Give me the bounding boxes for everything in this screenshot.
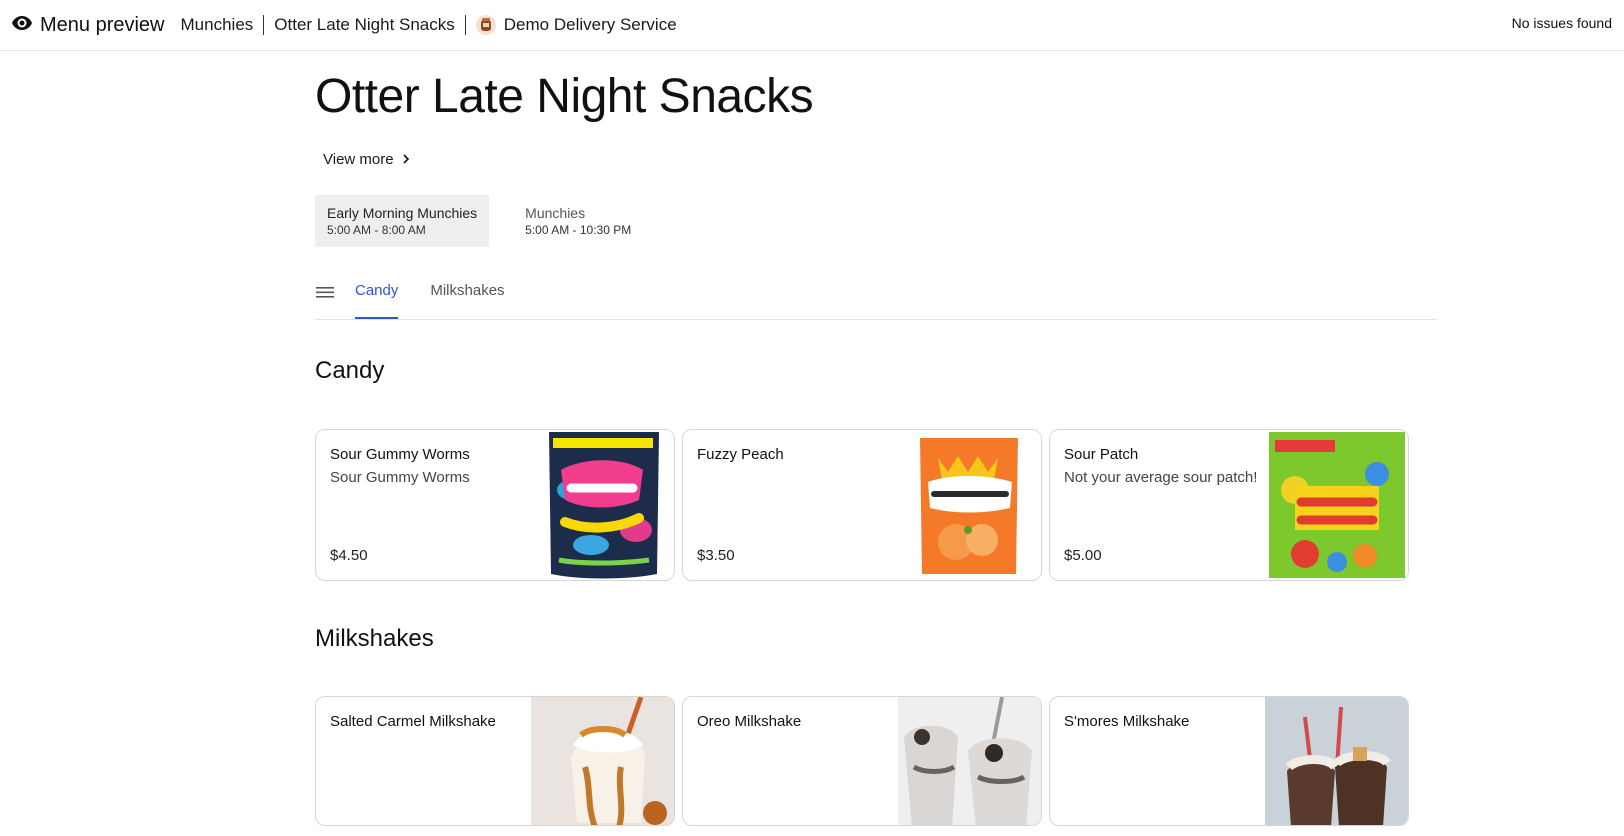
menu-selector: Early Morning Munchies 5:00 AM - 8:00 AM… xyxy=(315,195,667,247)
item-name: Sour Gummy Worms xyxy=(330,446,470,463)
menu-hours: 5:00 AM - 8:00 AM xyxy=(327,223,426,237)
trolli-bag-image xyxy=(531,430,674,580)
breadcrumb-menu[interactable]: Munchies xyxy=(181,15,254,35)
breadcrumb-divider xyxy=(464,15,466,35)
sour-patch-bag-image xyxy=(1265,430,1408,580)
issues-status: No issues found xyxy=(1511,15,1612,31)
smores-milkshake-image xyxy=(1265,697,1408,825)
breadcrumb-store[interactable]: Otter Late Night Snacks xyxy=(274,15,454,35)
item-card-smores-milkshake[interactable]: S'mores Milkshake xyxy=(1049,696,1409,826)
item-card-fuzzy-peach[interactable]: Fuzzy Peach $3.50 xyxy=(682,429,1042,581)
item-description: Not your average sour patch! xyxy=(1064,469,1258,486)
item-card-oreo-milkshake[interactable]: Oreo Milkshake xyxy=(682,696,1042,826)
tab-candy[interactable]: Candy xyxy=(355,274,399,319)
item-name: Oreo Milkshake xyxy=(697,713,802,730)
menu-munchies[interactable]: Munchies 5:00 AM - 10:30 PM xyxy=(513,195,643,247)
caramel-milkshake-image xyxy=(531,697,674,825)
item-name: Sour Patch xyxy=(1064,446,1139,463)
menu-name: Munchies xyxy=(525,205,586,221)
item-name: Fuzzy Peach xyxy=(697,446,784,463)
view-more-link[interactable]: View more xyxy=(323,151,410,168)
item-description: Sour Gummy Worms xyxy=(330,469,470,486)
menu-early-morning-munchies[interactable]: Early Morning Munchies 5:00 AM - 8:00 AM xyxy=(315,195,490,247)
menu-name: Early Morning Munchies xyxy=(327,205,478,221)
view-more-label: View more xyxy=(323,151,394,168)
item-card-sour-patch[interactable]: Sour Patch Not your average sour patch! … xyxy=(1049,429,1409,581)
top-bar: Menu preview Munchies Otter Late Night S… xyxy=(0,0,1624,51)
store-title: Otter Late Night Snacks xyxy=(315,70,814,123)
menu-hours: 5:00 AM - 10:30 PM xyxy=(525,223,632,237)
item-name: Salted Carmel Milkshake xyxy=(330,713,496,730)
menu-preview-brand: Menu preview xyxy=(12,14,165,37)
oreo-milkshake-image xyxy=(898,697,1041,825)
breadcrumb-delivery-service[interactable]: Demo Delivery Service xyxy=(504,15,677,35)
item-price: $4.50 xyxy=(330,547,368,564)
tab-milkshakes[interactable]: Milkshakes xyxy=(430,274,504,311)
item-price: $3.50 xyxy=(697,547,735,564)
item-name: S'mores Milkshake xyxy=(1064,713,1190,730)
section-title-milkshakes: Milkshakes xyxy=(315,625,434,652)
maynards-bag-image xyxy=(898,430,1041,580)
delivery-service-logo xyxy=(475,15,496,35)
item-price: $5.00 xyxy=(1064,547,1102,564)
eye-icon xyxy=(12,15,32,35)
category-tabs: Candy Milkshakes xyxy=(315,274,1437,320)
item-card-sour-gummy-worms[interactable]: Sour Gummy Worms Sour Gummy Worms $4.50 xyxy=(315,429,675,581)
page-title: Menu preview xyxy=(40,13,165,36)
chevron-right-icon xyxy=(394,151,410,168)
breadcrumb-divider xyxy=(263,15,265,35)
hamburger-menu-icon[interactable] xyxy=(315,282,335,302)
section-title-candy: Candy xyxy=(315,357,385,384)
breadcrumb: Munchies Otter Late Night Snacks Demo De… xyxy=(181,15,677,35)
item-card-salted-carmel-milkshake[interactable]: Salted Carmel Milkshake xyxy=(315,696,675,826)
